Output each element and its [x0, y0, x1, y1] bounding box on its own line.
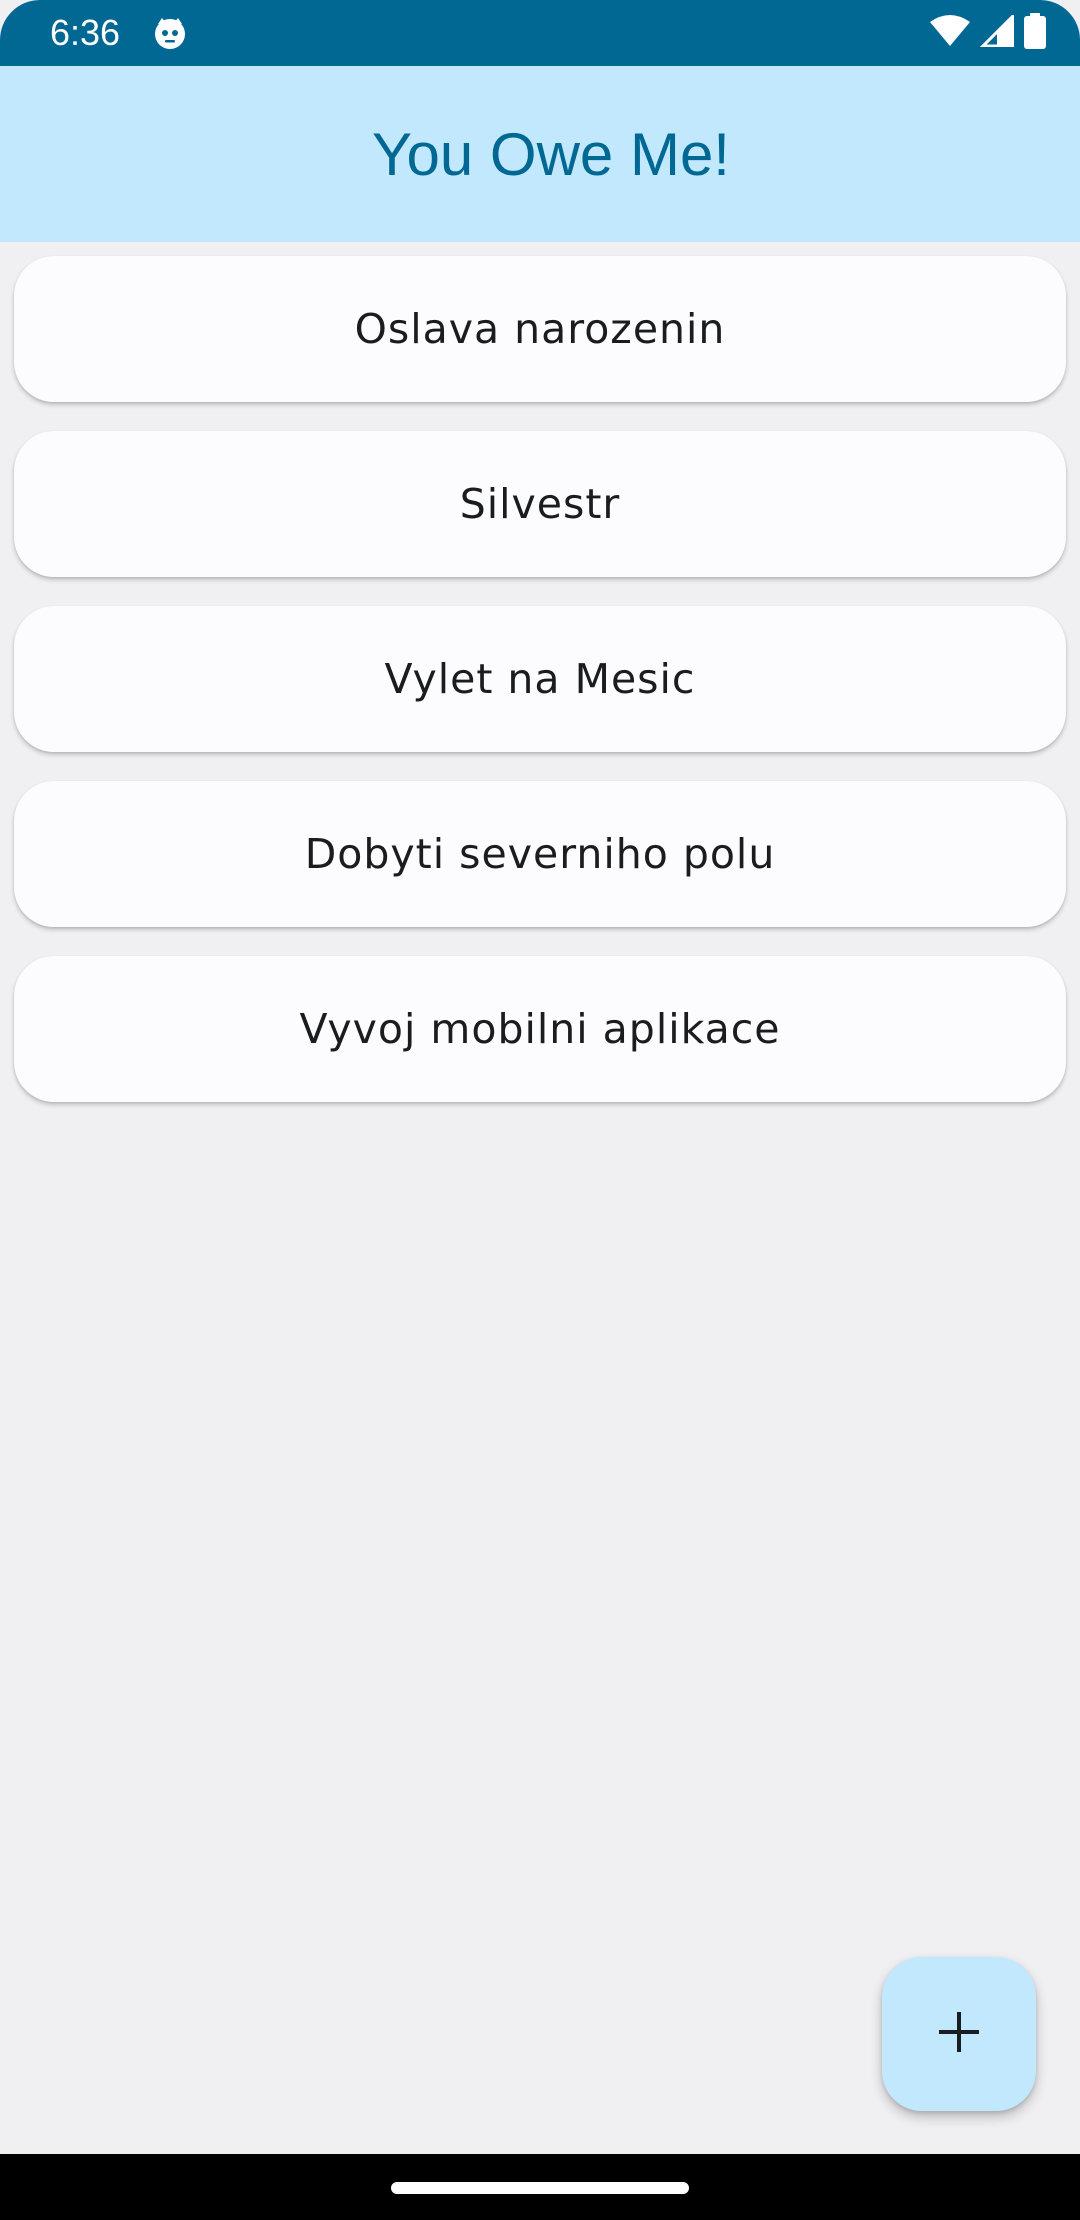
signal-icon [979, 12, 1015, 51]
app-notification-icon [152, 15, 188, 51]
event-card-label: Vyvoj mobilni aplikace [299, 1005, 781, 1053]
navigation-bar [0, 2154, 1080, 2220]
event-card[interactable]: Vyvoj mobilni aplikace [14, 956, 1066, 1102]
status-time: 6:36 [50, 12, 121, 53]
app-title: You Owe Me! [372, 120, 730, 188]
top-app-bar: You Owe Me! [0, 66, 1080, 242]
event-card[interactable]: Silvestr [14, 431, 1066, 577]
event-card-label: Oslava narozenin [354, 305, 726, 353]
event-card-label: Silvestr [459, 480, 621, 528]
add-icon [937, 2010, 981, 2058]
event-card-label: Dobyti severniho polu [304, 830, 776, 878]
event-list: Oslava narozenin Silvestr Vylet na Mesic… [14, 256, 1066, 1131]
event-card[interactable]: Dobyti severniho polu [14, 781, 1066, 927]
event-card[interactable]: Oslava narozenin [14, 256, 1066, 402]
add-event-button[interactable] [882, 1957, 1036, 2111]
home-gesture-handle[interactable] [391, 2182, 689, 2194]
status-icons [930, 12, 1046, 53]
wifi-icon [930, 15, 970, 51]
status-bar: 6:36 [0, 0, 1080, 66]
event-card[interactable]: Vylet na Mesic [14, 606, 1066, 752]
battery-icon [1024, 13, 1046, 53]
event-card-label: Vylet na Mesic [384, 655, 696, 703]
